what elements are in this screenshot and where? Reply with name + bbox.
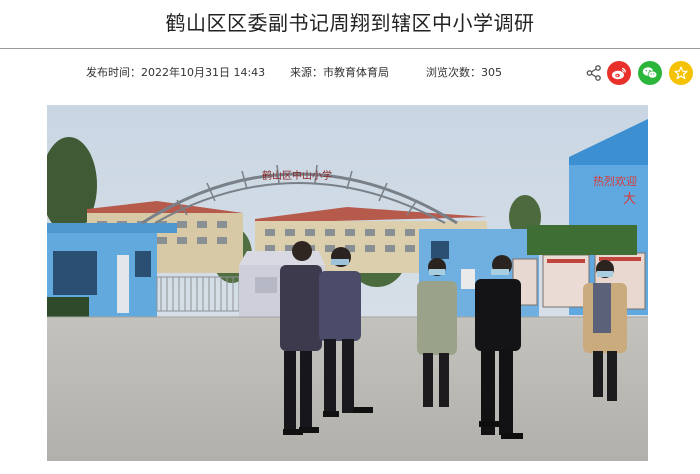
favorite-star-icon <box>674 66 688 80</box>
view-count: 浏览次数：305 <box>426 66 502 79</box>
arch-sign: 鹤山区中山小学 <box>262 169 332 182</box>
source-label: 来源：市教育体育局 <box>290 66 389 79</box>
publish-time: 发布时间：2022年10月31日 14:43 <box>86 66 266 79</box>
wall-sign-2: 大 <box>623 192 636 207</box>
header-divider <box>0 48 700 49</box>
article-photo: 鹤山区中山小学 热烈欢迎 大 <box>47 105 648 461</box>
favorite-button[interactable] <box>669 61 693 85</box>
wall-sign: 热烈欢迎 <box>593 174 637 188</box>
weibo-share-button[interactable] <box>607 61 631 85</box>
wechat-icon <box>642 67 658 79</box>
page-title: 鹤山区区委副书记周翔到辖区中小学调研 <box>165 11 535 35</box>
wechat-share-button[interactable] <box>638 61 662 85</box>
share-icon[interactable] <box>585 64 603 82</box>
article-photo-scene: 鹤山区中山小学 热烈欢迎 大 <box>47 105 648 461</box>
weibo-icon <box>612 67 626 80</box>
